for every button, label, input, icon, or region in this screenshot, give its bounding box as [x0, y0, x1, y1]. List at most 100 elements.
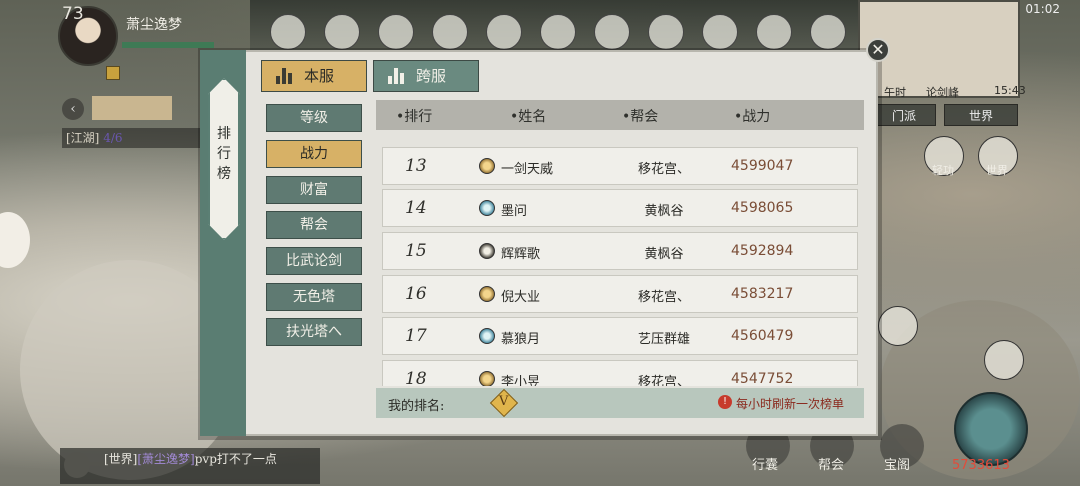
category-guild[interactable]: 帮会: [266, 211, 362, 239]
gem-icon: [479, 200, 495, 216]
row-rank: 14: [405, 198, 427, 218]
map-clock: 15:43: [994, 84, 1026, 97]
row-power: 4560479: [731, 328, 794, 344]
row-name: 慕狼月: [501, 332, 541, 347]
row-name: 李小昱: [501, 375, 541, 386]
row-rank: 18: [405, 369, 427, 386]
quest-banner[interactable]: [92, 96, 172, 120]
row-rank: 13: [405, 156, 427, 176]
category-wealth[interactable]: 财富: [266, 176, 362, 204]
gem-icon: [479, 328, 495, 344]
row-rank: 15: [405, 241, 427, 261]
bag-label: 行囊: [752, 458, 779, 473]
category-level[interactable]: 等级: [266, 104, 362, 132]
chat-channel: [世界]: [104, 452, 138, 466]
row-name: 一剑天威: [501, 162, 554, 177]
leaderboard-title: 排行榜: [217, 126, 231, 182]
row-power: 4547752: [731, 371, 794, 386]
table-row[interactable]: 13 一剑天威 移花宫、 4599047: [382, 147, 858, 185]
table-row[interactable]: 15 辉辉歌 黄枫谷 4592894: [382, 232, 858, 270]
menu-icon-3[interactable]: [378, 14, 414, 50]
table-row[interactable]: 16 倪大业 移花宫、 4583217: [382, 275, 858, 313]
skill-button-side[interactable]: [984, 340, 1024, 380]
bar-chart-icon: [388, 68, 406, 84]
row-rank: 17: [405, 326, 427, 346]
chat-sender: [萧尘逸梦]: [137, 452, 195, 466]
column-power: •战力: [734, 109, 771, 125]
category-colorless-tower[interactable]: 无色塔: [266, 283, 362, 311]
category-fuguang-tower[interactable]: 扶光塔へ: [266, 318, 362, 346]
row-power: 4599047: [731, 158, 794, 174]
row-guild: 移花宫、: [637, 290, 690, 305]
menu-icon-11[interactable]: [810, 14, 846, 50]
row-guild: 艺压群雄: [637, 332, 690, 347]
row-name: 墨问: [501, 204, 528, 219]
category-duel[interactable]: 比武论剑: [266, 247, 362, 275]
menu-icon-5[interactable]: [486, 14, 522, 50]
menu-icon-8[interactable]: [648, 14, 684, 50]
player-name: 萧尘逸梦: [126, 17, 182, 33]
treasure-label: 宝阁: [884, 458, 911, 473]
chat-preview[interactable]: [世界][萧尘逸梦]pvp打不了一点: [60, 448, 320, 484]
row-guild: 黄枫谷: [644, 247, 684, 262]
row-power: 4583217: [731, 286, 794, 302]
quest-tracker[interactable]: [江湖] 4/6: [62, 128, 202, 148]
row-name: 倪大业: [501, 290, 541, 305]
column-rank: •排行: [396, 109, 433, 125]
table-row[interactable]: 14 墨问 黄枫谷 4598065: [382, 189, 858, 227]
back-arrow-icon[interactable]: ‹: [62, 98, 84, 120]
column-guild: •帮会: [622, 109, 659, 125]
map-time-label: 午时: [884, 86, 906, 99]
quest-progress: 4/6: [103, 131, 123, 145]
tab-local-server-label: 本服: [304, 67, 335, 85]
player-level: 73: [62, 4, 84, 24]
gem-icon: [479, 286, 495, 302]
gem-icon: [479, 158, 495, 174]
menu-icon-7[interactable]: [594, 14, 630, 50]
menu-icon-2[interactable]: [324, 14, 360, 50]
row-rank: 16: [405, 284, 427, 304]
top-menu-icons: [270, 14, 954, 50]
my-rank-label: 我的排名:: [388, 399, 445, 414]
row-guild: 移花宫、: [637, 375, 690, 386]
status-time: 01:02: [1025, 2, 1060, 16]
menu-icon-9[interactable]: [702, 14, 738, 50]
close-icon[interactable]: ✕: [866, 38, 890, 62]
gem-icon: [479, 243, 495, 259]
tab-cross-server[interactable]: 跨服: [373, 60, 479, 92]
quest-channel: [江湖]: [66, 131, 100, 145]
my-rank-bar: 我的排名: V ! 每小时刷新一次榜单: [376, 388, 864, 418]
row-name: 辉辉歌: [501, 247, 541, 262]
table-row[interactable]: 18 李小昱 移花宫、 4547752: [382, 360, 858, 386]
bar-chart-icon: [276, 68, 294, 84]
row-guild: 移花宫、: [637, 162, 690, 177]
meditation-skill-button[interactable]: [954, 392, 1028, 466]
table-row[interactable]: 17 慕狼月 艺压群雄 4560479: [382, 317, 858, 355]
skill-label-world: 世界: [986, 164, 1008, 177]
menu-icon-6[interactable]: [540, 14, 576, 50]
refresh-note: 每小时刷新一次榜单: [736, 397, 845, 411]
skill-label-qinggong: 轻功: [932, 164, 954, 177]
category-power[interactable]: 战力: [266, 140, 362, 168]
my-rank-value: V: [499, 394, 509, 409]
ranking-table-body[interactable]: 13 一剑天威 移花宫、 4599047 14 墨问 黄枫谷 4598065 1…: [376, 132, 864, 386]
column-name: •姓名: [510, 109, 547, 125]
menu-icon-1[interactable]: [270, 14, 306, 50]
row-power: 4598065: [731, 200, 794, 216]
menu-icon-4[interactable]: [432, 14, 468, 50]
item-button[interactable]: [878, 306, 918, 346]
chat-tab-world[interactable]: 世界: [944, 104, 1018, 126]
buff-icon[interactable]: [106, 66, 120, 80]
row-guild: 黄枫谷: [644, 204, 684, 219]
chat-message: pvp打不了一点: [194, 452, 277, 466]
tab-local-server[interactable]: 本服: [261, 60, 367, 92]
menu-icon-10[interactable]: [756, 14, 792, 50]
ranking-table-header: •排行 •姓名 •帮会 •战力: [376, 100, 864, 130]
tab-cross-server-label: 跨服: [416, 67, 447, 85]
row-power: 4592894: [731, 243, 794, 259]
currency-count: 5733613: [952, 458, 1010, 473]
guild-label: 帮会: [818, 458, 845, 473]
warning-icon: !: [718, 395, 732, 409]
gem-icon: [479, 371, 495, 386]
map-location: 论剑峰: [926, 86, 959, 99]
